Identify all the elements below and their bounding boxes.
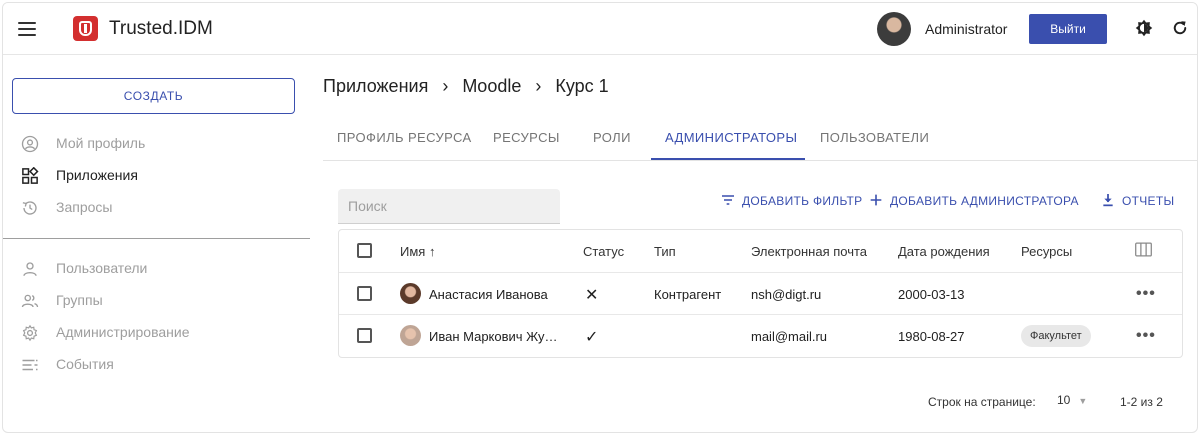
more-actions-icon[interactable]: •••	[1136, 285, 1156, 303]
tab-users[interactable]: ПОЛЬЗОВАТЕЛИ	[820, 121, 929, 161]
refresh-icon[interactable]	[1171, 19, 1189, 37]
chevron-right-icon: ›	[442, 76, 449, 96]
avatar	[400, 325, 421, 346]
more-actions-icon[interactable]: •••	[1136, 327, 1156, 345]
sidebar-item-label: События	[56, 356, 114, 372]
top-bar: Trusted.IDM Administrator Выйти	[3, 3, 1197, 55]
column-header-email[interactable]: Электронная почта	[751, 244, 867, 259]
table-row[interactable]: Анастасия Иванова ✕ Контрагент nsh@digt.…	[339, 272, 1182, 314]
sidebar-item-label: Запросы	[56, 199, 113, 215]
reports-label: ОТЧЕТЫ	[1122, 194, 1175, 208]
user-name: Administrator	[925, 21, 1008, 37]
menu-icon[interactable]	[18, 22, 36, 36]
column-header-birthdate[interactable]: Дата рождения	[898, 244, 990, 259]
sidebar-item-label: Приложения	[56, 167, 138, 183]
add-administrator-label: ДОБАВИТЬ АДМИНИСТРАТОРА	[890, 194, 1079, 208]
history-icon	[22, 201, 37, 215]
cell-type: Контрагент	[654, 287, 722, 302]
row-checkbox[interactable]	[357, 328, 372, 343]
column-header-type[interactable]: Тип	[654, 244, 676, 259]
resource-chip[interactable]: Факультет	[1021, 325, 1091, 347]
sidebar-item-groups[interactable]: Группы	[21, 290, 291, 312]
chevron-right-icon: ›	[535, 76, 542, 96]
sidebar-item-profile[interactable]: Мой профиль	[21, 133, 291, 155]
cell-email: nsh@digt.ru	[751, 287, 822, 302]
tab-resource-profile[interactable]: ПРОФИЛЬ РЕСУРСА	[337, 121, 472, 161]
column-header-status[interactable]: Статус	[583, 244, 624, 259]
sidebar-item-label: Администрирование	[56, 324, 190, 340]
sidebar-item-admin[interactable]: Администрирование	[21, 322, 291, 344]
column-header-name[interactable]: Имя ↑	[400, 244, 435, 259]
search-input[interactable]	[338, 189, 560, 224]
plus-icon	[870, 194, 882, 206]
avatar[interactable]	[877, 12, 911, 46]
columns-icon[interactable]	[1135, 242, 1152, 257]
apps-icon	[22, 167, 39, 184]
cell-birthdate: 1980-08-27	[898, 329, 965, 344]
sidebar-item-label: Группы	[56, 292, 103, 308]
table-header: Имя ↑ Статус Тип Электронная почта Дата …	[339, 230, 1182, 272]
tab-resources[interactable]: РЕСУРСЫ	[493, 121, 560, 161]
group-icon	[21, 294, 39, 308]
tab-administrators[interactable]: АДМИНИСТРАТОРЫ	[665, 121, 797, 161]
breadcrumb-item[interactable]: Moodle	[462, 76, 521, 96]
status-check-icon: ✓	[585, 329, 599, 346]
list-icon	[22, 359, 38, 371]
column-header-resources[interactable]: Ресурсы	[1021, 244, 1072, 259]
cell-email: mail@mail.ru	[751, 329, 828, 344]
theme-toggle-icon[interactable]	[1135, 19, 1153, 37]
gear-icon	[22, 324, 38, 342]
breadcrumb: Приложения › Moodle › Курс 1	[323, 76, 609, 97]
sidebar-divider	[3, 238, 310, 239]
cell-name: Анастасия Иванова	[429, 287, 548, 302]
row-checkbox[interactable]	[357, 286, 372, 301]
cell-birthdate: 2000-03-13	[898, 287, 965, 302]
filter-icon	[722, 195, 734, 205]
rows-per-page-select[interactable]: 10 ▼	[1057, 393, 1087, 407]
user-circle-icon	[21, 135, 39, 153]
app-title: Trusted.IDM	[109, 18, 213, 39]
cell-name: Иван Маркович Жу…	[429, 329, 558, 344]
select-all-checkbox[interactable]	[357, 243, 372, 258]
caret-down-icon: ▼	[1078, 396, 1088, 406]
breadcrumb-item[interactable]: Приложения	[323, 76, 428, 96]
avatar	[400, 283, 421, 304]
add-filter-label: ДОБАВИТЬ ФИЛЬТР	[742, 194, 863, 208]
status-cross-icon: ✕	[585, 287, 599, 304]
sidebar-item-requests[interactable]: Запросы	[21, 197, 291, 219]
table-row[interactable]: Иван Маркович Жу… ✓ mail@mail.ru 1980-08…	[339, 314, 1182, 356]
sort-arrow-up-icon: ↑	[428, 244, 436, 259]
sidebar-item-events[interactable]: События	[21, 354, 291, 376]
pagination-range: 1-2 из 2	[1120, 395, 1163, 409]
sidebar-item-users[interactable]: Пользователи	[21, 258, 291, 280]
user-icon	[23, 262, 37, 276]
active-tab-indicator	[651, 158, 805, 160]
logout-button[interactable]: Выйти	[1029, 14, 1107, 44]
download-icon	[1103, 194, 1113, 207]
tab-bar: ПРОФИЛЬ РЕСУРСА РЕСУРСЫ РОЛИ АДМИНИСТРАТ…	[323, 121, 1197, 161]
app-window: Trusted.IDM Administrator Выйти СОЗДАТЬ …	[2, 2, 1198, 433]
tab-roles[interactable]: РОЛИ	[593, 121, 631, 161]
administrators-table: Имя ↑ Статус Тип Электронная почта Дата …	[338, 229, 1183, 358]
sidebar-item-apps[interactable]: Приложения	[21, 165, 291, 187]
create-button[interactable]: СОЗДАТЬ	[12, 78, 295, 114]
sidebar-item-label: Пользователи	[56, 260, 148, 276]
sidebar-item-label: Мой профиль	[56, 135, 146, 151]
rows-per-page-label: Строк на странице:	[928, 395, 1036, 409]
breadcrumb-current: Курс 1	[555, 76, 609, 96]
logo-icon	[73, 16, 98, 41]
